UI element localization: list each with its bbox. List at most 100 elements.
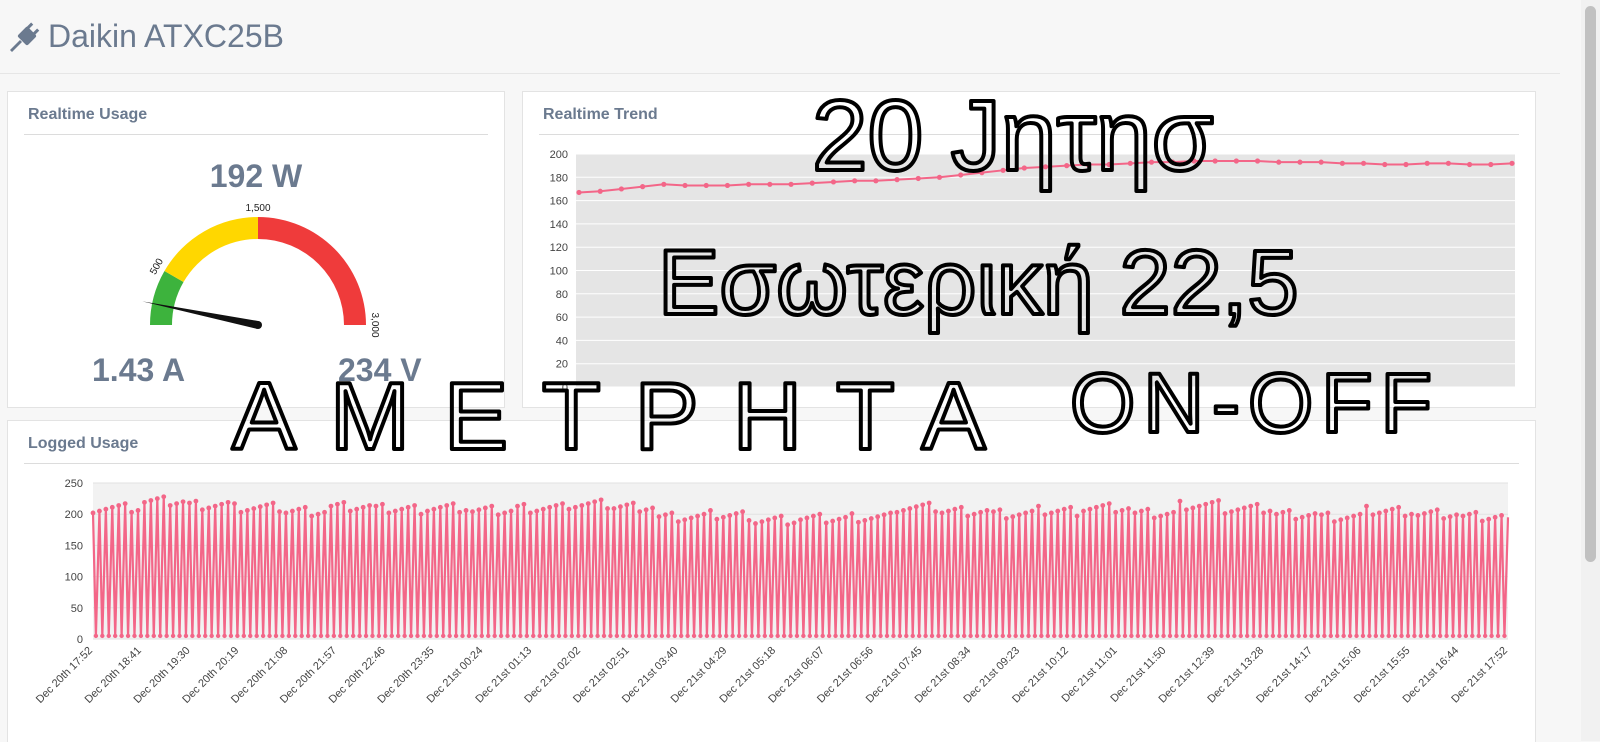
logged-peak-point	[1119, 508, 1125, 513]
logged-low-point	[968, 633, 973, 639]
page-scrollbar[interactable]	[1581, 0, 1600, 741]
logged-peak-point	[1203, 501, 1209, 507]
logged-low-point	[473, 633, 478, 639]
logged-low-point	[338, 633, 343, 639]
logged-peak-point	[701, 511, 707, 517]
logged-low-point	[1219, 633, 1224, 639]
logged-peak-point	[103, 506, 109, 512]
logged-peak-point	[135, 508, 141, 513]
logged-low-point	[981, 633, 986, 639]
y-tick-label: 250	[65, 478, 83, 490]
logged-low-point	[807, 633, 813, 639]
logged-peak-point	[1331, 519, 1337, 525]
logged-low-point	[724, 633, 729, 639]
logged-low-point	[884, 633, 890, 639]
logged-low-point	[871, 633, 877, 639]
logged-low-point	[1039, 633, 1044, 639]
logged-peak-point	[1492, 514, 1498, 520]
logged-peak-point	[1029, 508, 1035, 514]
logged-peak-point	[521, 501, 527, 507]
logged-low-point	[936, 633, 941, 639]
logged-peak-point	[444, 503, 450, 508]
logged-low-point	[801, 633, 806, 639]
logged-peak-point	[1055, 508, 1061, 514]
logged-low-point	[363, 633, 369, 639]
trend-point	[1106, 161, 1112, 168]
logged-peak-point	[566, 506, 572, 512]
logged-low-point	[203, 633, 208, 639]
logged-low-point	[112, 633, 118, 639]
logged-peak-point	[289, 508, 295, 514]
logged-peak-point	[1061, 506, 1067, 512]
trend-point	[1445, 160, 1451, 166]
logged-peak-point	[1087, 506, 1093, 512]
logged-low-point	[1199, 633, 1205, 639]
logged-low-point	[878, 633, 883, 639]
logged-low-point	[1109, 633, 1115, 639]
logged-low-point	[749, 633, 755, 639]
trend-point	[1064, 163, 1070, 169]
logged-low-point	[151, 633, 156, 639]
trend-point	[1085, 161, 1091, 168]
logged-peak-point	[154, 496, 160, 501]
realtime-usage-title: Realtime Usage	[28, 106, 148, 123]
logged-low-point	[1347, 633, 1353, 639]
trend-point	[576, 189, 582, 196]
logged-low-point	[1457, 633, 1462, 639]
logged-peak-point	[1235, 507, 1241, 513]
logged-low-point	[125, 633, 131, 639]
logged-low-point	[344, 633, 349, 639]
logged-low-point	[389, 633, 394, 639]
logged-low-point	[1386, 633, 1391, 639]
trend-point	[661, 181, 667, 187]
logged-peak-point	[1184, 507, 1189, 513]
logged-peak-point	[431, 506, 437, 512]
logged-low-point	[1437, 633, 1443, 639]
logged-peak-point	[1248, 503, 1254, 509]
trend-point	[958, 172, 964, 178]
page-header: Daikin ATXC25B	[0, 0, 1560, 74]
logged-peak-point	[463, 508, 469, 513]
logged-low-point	[1470, 633, 1475, 639]
logged-low-point	[1322, 633, 1327, 639]
logged-low-point	[672, 633, 677, 639]
logged-low-point	[460, 633, 465, 639]
logged-peak-point	[695, 513, 700, 519]
logged-low-point	[788, 633, 793, 639]
logged-peak-point	[553, 503, 559, 508]
logged-peak-point	[746, 518, 752, 523]
logged-peak-point	[1306, 513, 1312, 518]
logged-peak-point	[341, 499, 347, 505]
logged-low-point	[325, 633, 330, 639]
logged-peak-point	[978, 509, 983, 515]
scrollbar-thumb[interactable]	[1585, 6, 1596, 562]
logged-peak-point	[470, 509, 475, 515]
logged-peak-point	[630, 500, 636, 506]
logged-low-point	[820, 633, 825, 639]
logged-low-point	[248, 633, 253, 639]
logged-peak-point	[1151, 515, 1157, 521]
logged-low-point	[1135, 633, 1141, 639]
logged-peak-point	[360, 504, 366, 510]
logged-low-point	[910, 633, 915, 639]
logged-low-point	[1425, 633, 1430, 639]
logged-low-point	[209, 633, 214, 639]
logged-low-point	[1264, 633, 1269, 639]
logged-peak-point	[798, 517, 803, 523]
logged-peak-point	[1325, 510, 1331, 516]
logged-peak-point	[515, 503, 520, 509]
logged-peak-point	[1138, 508, 1144, 514]
logged-peak-point	[1364, 503, 1369, 509]
logged-low-point	[106, 633, 111, 639]
logged-peak-point	[1126, 506, 1131, 511]
logged-peak-point	[1132, 510, 1138, 516]
logged-peak-point	[688, 515, 694, 521]
logged-peak-point	[920, 502, 926, 508]
logged-peak-point	[585, 501, 591, 506]
logged-peak-point	[618, 504, 623, 510]
logged-low-point	[267, 633, 272, 639]
logged-usage-chart: 050100150200250Dec 20th 17:52Dec 20th 18…	[34, 478, 1510, 706]
trend-point	[1021, 165, 1027, 171]
logged-low-point	[826, 633, 832, 639]
logged-low-point	[595, 633, 600, 639]
